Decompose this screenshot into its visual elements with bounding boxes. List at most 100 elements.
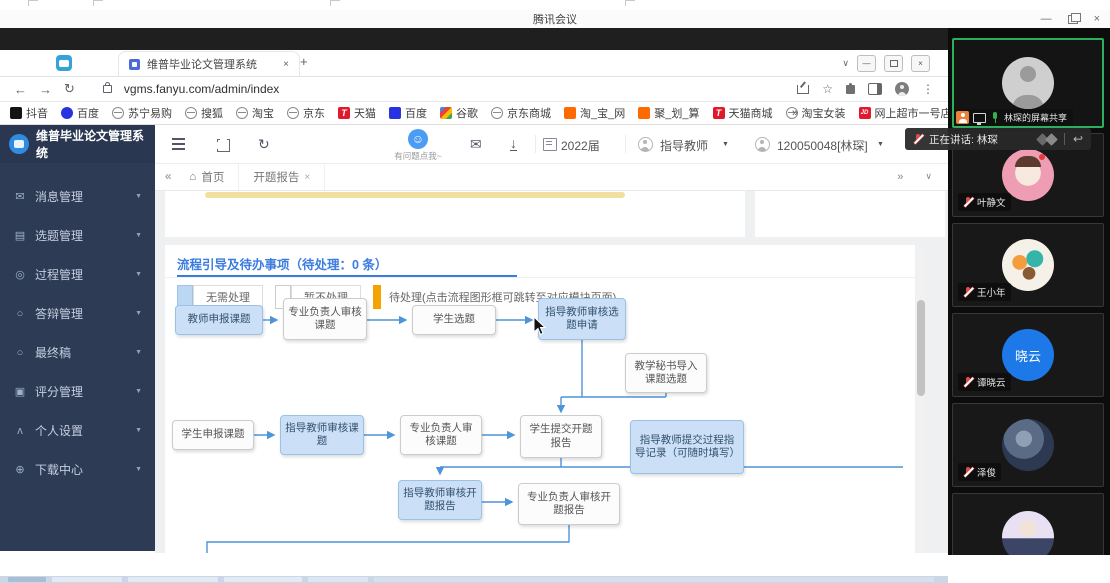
taskbar-app-button[interactable]: [52, 577, 122, 582]
taskbar-app-button[interactable]: [8, 577, 46, 582]
bookmark-item[interactable]: 京东: [287, 105, 325, 121]
grade-icon: [543, 138, 557, 151]
browser-close-button[interactable]: ×: [911, 55, 930, 72]
help-avatar[interactable]: ☺: [408, 129, 428, 149]
bookmark-item[interactable]: 搜狐: [185, 105, 223, 121]
bookmarks-overflow-icon[interactable]: »: [792, 107, 798, 119]
bookmark-item[interactable]: 苏宁易购: [112, 105, 172, 121]
address-bar[interactable]: vgms.fanyu.com/admin/index: [124, 82, 279, 96]
bookmark-item[interactable]: 淘宝: [236, 105, 274, 121]
close-icon[interactable]: ×: [304, 172, 310, 183]
back-icon[interactable]: ←: [14, 82, 27, 97]
flow-box[interactable]: 指导教师提交过程指导记录（可随时填写）: [630, 420, 744, 474]
browser-restore-button[interactable]: [884, 55, 903, 72]
app-header: ↻ ☺ 有问题点我~ ✉ ↓ 2022届 指导教师 ▼ 120050048[林琛…: [155, 125, 948, 164]
bookmark-item[interactable]: 聚_划_算: [638, 105, 699, 121]
expand-tabs-icon[interactable]: »: [897, 171, 903, 183]
refresh-icon[interactable]: ↻: [258, 136, 270, 153]
app-main: ↻ ☺ 有问题点我~ ✉ ↓ 2022届 指导教师 ▼ 120050048[林琛…: [155, 125, 948, 551]
chevron-down-icon[interactable]: ∨: [842, 58, 849, 69]
bookmark-item[interactable]: 京东商城: [491, 105, 551, 121]
app-sidebar: 维普毕业论文管理系统 ✉消息管理▼ ▤选题管理▼ ◎过程管理▼ ○答辩管理▼ ○…: [0, 125, 155, 551]
sidebar-item-download[interactable]: ⊕下载中心▼: [0, 450, 155, 489]
reload-icon[interactable]: ↻: [64, 81, 75, 97]
profile-avatar[interactable]: [895, 82, 909, 96]
bookmark-item[interactable]: 淘_宝_网: [564, 105, 625, 121]
bookmark-item[interactable]: 百度: [61, 105, 99, 121]
user-select[interactable]: 120050048[林琛]: [777, 137, 868, 154]
taskbar-app-button[interactable]: [224, 577, 302, 582]
flow-box[interactable]: 学生提交开题报告: [520, 415, 602, 458]
flow-box[interactable]: 学生申报课题: [172, 420, 254, 450]
download-icon[interactable]: ↓: [510, 136, 517, 151]
browser-app-icon[interactable]: [56, 55, 72, 71]
tab-opening-report[interactable]: 开题报告 ×: [239, 164, 325, 190]
taskbar-app-button[interactable]: [308, 577, 368, 582]
flow-box[interactable]: 学生选题: [412, 305, 496, 335]
flow-box[interactable]: 指导教师审核选题申请: [538, 298, 626, 340]
flow-box[interactable]: 教师申报课题: [175, 305, 263, 335]
participant-tile[interactable]: 王小年: [952, 223, 1104, 307]
participant-tile[interactable]: 晓云 谭晓云: [952, 313, 1104, 397]
chevron-down-icon[interactable]: ∨: [925, 171, 932, 183]
scrollbar-thumb[interactable]: [917, 300, 925, 396]
bookmark-item[interactable]: 谷歌: [440, 105, 478, 121]
sidebar-item-defense[interactable]: ○答辩管理▼: [0, 294, 155, 333]
participant-name-badge: 叶静文: [958, 193, 1011, 211]
browser-tab[interactable]: 维普毕业论文管理系统 ×: [118, 51, 300, 76]
grade-label[interactable]: 2022届: [561, 137, 600, 154]
tab-close-icon[interactable]: ×: [283, 59, 289, 70]
stats-card-partial: [755, 191, 945, 237]
sidebar-item-message[interactable]: ✉消息管理▼: [0, 177, 155, 216]
bookmark-star-icon[interactable]: ☆: [822, 82, 833, 96]
new-tab-button[interactable]: +: [300, 54, 308, 69]
reply-arrow-icon[interactable]: ↩: [1073, 132, 1083, 146]
mail-icon[interactable]: ✉: [470, 136, 482, 153]
menu-collapse-icon[interactable]: [172, 143, 185, 145]
side-panel-icon[interactable]: [868, 83, 882, 95]
sidebar-item-final[interactable]: ○最终稿▼: [0, 333, 155, 372]
role-select[interactable]: 指导教师: [660, 137, 708, 154]
scrollbar-track[interactable]: [917, 245, 925, 553]
sidebar-item-profile[interactable]: ʌ个人设置▼: [0, 411, 155, 450]
participant-tile[interactable]: 泽俊: [952, 403, 1104, 487]
avatar: [1002, 511, 1054, 555]
monitor-icon: [973, 113, 986, 123]
sidebar-item-score[interactable]: ▣评分管理▼: [0, 372, 155, 411]
circle-icon: ○: [13, 308, 27, 320]
participant-tile[interactable]: [952, 493, 1104, 555]
chevron-down-icon[interactable]: ▼: [722, 141, 729, 148]
fullscreen-icon[interactable]: [217, 139, 230, 152]
flow-box[interactable]: 专业负责人审核开题报告: [518, 483, 620, 525]
taskbar-app-button[interactable]: [374, 577, 934, 582]
home-icon: ⌂: [189, 171, 196, 183]
collapse-tabs-icon[interactable]: «: [165, 171, 171, 183]
close-icon[interactable]: ×: [1094, 13, 1100, 25]
sidebar-item-topic[interactable]: ▤选题管理▼: [0, 216, 155, 255]
bookmark-item[interactable]: T天猫: [338, 105, 376, 121]
minimize-icon[interactable]: —: [1041, 13, 1052, 25]
bookmark-item[interactable]: 百度: [389, 105, 427, 121]
browser-minimize-button[interactable]: —: [857, 55, 876, 72]
speaking-banner[interactable]: 正在讲话: 林琛 ↩: [905, 128, 1091, 150]
screen-share-tile[interactable]: 林琛的屏幕共享: [952, 38, 1104, 128]
tab-home[interactable]: ⌂ 首页: [175, 164, 239, 190]
flow-box[interactable]: 专业负责人审核课题: [400, 415, 482, 455]
extensions-icon[interactable]: [846, 85, 855, 94]
forward-icon[interactable]: →: [39, 82, 52, 97]
tmall-icon: T: [338, 107, 350, 119]
bookmark-item[interactable]: 抖音: [10, 105, 48, 121]
flow-box[interactable]: 指导教师审核开题报告: [398, 480, 482, 520]
browser-tabstrip: 维普毕业论文管理系统 × + ∨ — ×: [0, 50, 948, 77]
bookmark-item[interactable]: JD网上超市一号店: [859, 105, 952, 121]
menu-more-icon[interactable]: ⋮: [922, 82, 934, 96]
chevron-down-icon[interactable]: ▼: [877, 141, 884, 148]
taskbar-app-button[interactable]: [128, 577, 218, 582]
share-icon[interactable]: [797, 85, 809, 94]
flow-box[interactable]: 专业负责人审核课题: [283, 298, 367, 340]
restore-icon[interactable]: [1068, 15, 1078, 24]
flow-box[interactable]: 指导教师审核课题: [280, 415, 364, 455]
flow-box[interactable]: 教学秘书导入课题选题: [625, 353, 707, 393]
sidebar-item-process[interactable]: ◎过程管理▼: [0, 255, 155, 294]
bookmark-item[interactable]: T天猫商城: [713, 105, 773, 121]
